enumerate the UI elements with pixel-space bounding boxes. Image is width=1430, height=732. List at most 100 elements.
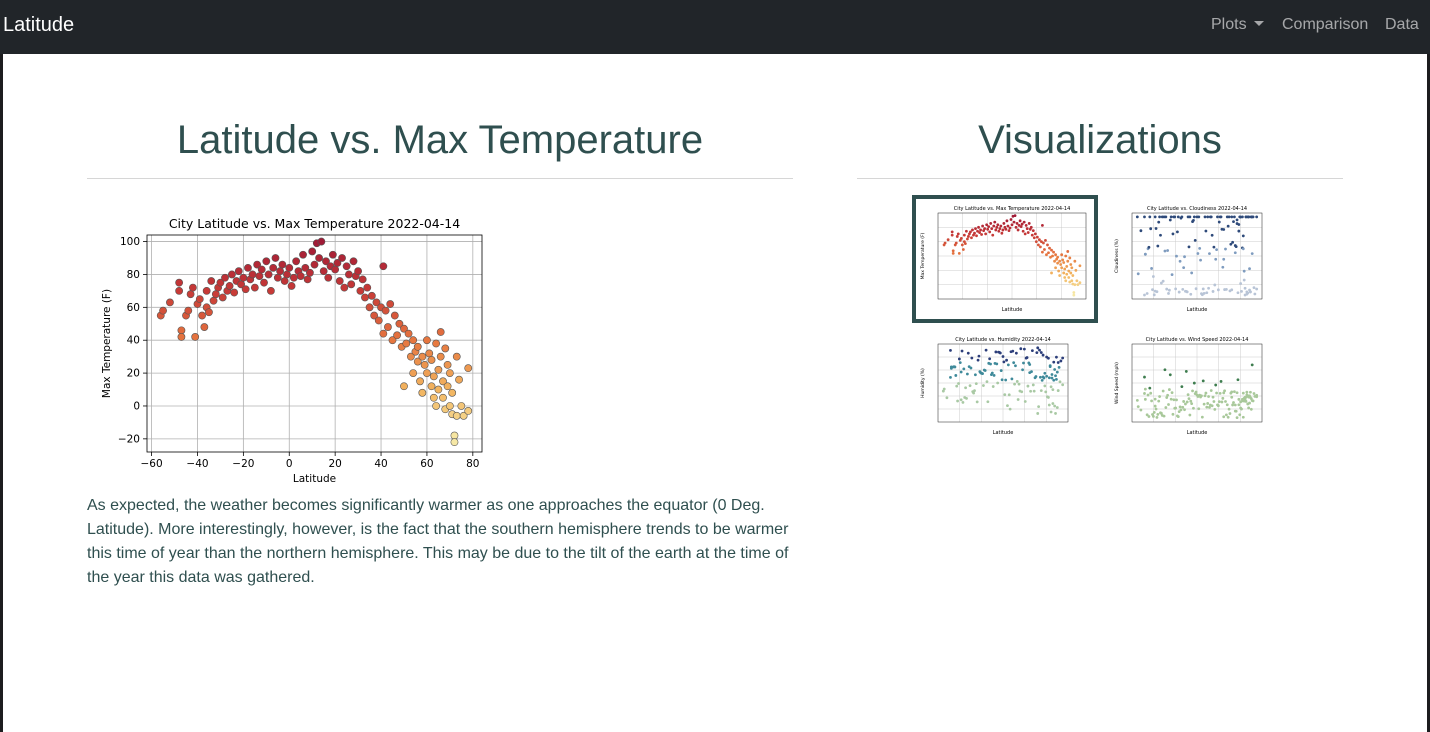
thumb-point	[1249, 390, 1252, 394]
thumb-point	[1213, 283, 1217, 287]
scatter-point	[413, 342, 422, 351]
thumb-point	[1067, 276, 1071, 279]
scatter-point	[409, 369, 418, 377]
thumb-point	[992, 373, 996, 377]
scatter-point	[188, 283, 197, 292]
thumb-point	[1149, 391, 1153, 395]
thumb-point	[1158, 215, 1162, 219]
thumb-max-temperature[interactable]: City Latitude vs. Max Temperature 2022-0…	[912, 195, 1098, 323]
thumb-point	[1009, 218, 1013, 221]
scatter-point	[404, 329, 413, 338]
scatter-point	[354, 267, 362, 276]
thumb-point	[1062, 261, 1066, 264]
thumb-point	[1041, 353, 1045, 357]
thumb-point	[1163, 368, 1167, 372]
thumb-y-label: Cloudiness (%)	[1114, 239, 1120, 273]
navbar-brand[interactable]: Latitude	[3, 14, 74, 37]
thumb-point	[1064, 279, 1068, 283]
thumb-humidity-chart: City Latitude vs. Humidity 2022-04-14 Lat…	[916, 330, 1076, 442]
thumb-point	[1014, 225, 1018, 229]
thumb-point	[1050, 373, 1054, 376]
thumb-point	[1169, 397, 1173, 401]
scatter-point	[340, 283, 349, 292]
thumb-cloudiness[interactable]: City Latitude vs. Cloudiness 2022-04-14 L…	[1110, 199, 1270, 319]
thumb-point	[1049, 385, 1053, 389]
thumb-humidity[interactable]: City Latitude vs. Humidity 2022-04-14 Lat…	[916, 330, 1076, 442]
thumb-point	[1251, 399, 1255, 403]
thumb-point	[1235, 416, 1239, 420]
thumb-point	[1061, 356, 1065, 360]
nav-data-link[interactable]: Data	[1385, 16, 1419, 34]
scatter-point	[287, 282, 296, 290]
thumb-point	[1058, 380, 1062, 384]
thumb-point	[1232, 390, 1236, 394]
scatter-point	[381, 306, 390, 315]
thumb-point	[996, 223, 1000, 227]
scatter-point	[464, 407, 473, 415]
nav-plots-dropdown[interactable]: Plots	[1211, 16, 1264, 34]
scatter-point	[241, 285, 250, 294]
thumb-point	[1156, 244, 1160, 248]
thumb-point	[1152, 411, 1156, 414]
thumb-point	[1180, 385, 1184, 389]
thumb-point	[1037, 405, 1041, 409]
thumb-point	[994, 350, 998, 354]
thumb-point	[1151, 275, 1155, 278]
thumb-point	[981, 224, 985, 228]
thumb-x-label: Latitude	[993, 430, 1014, 436]
nav-comparison-link[interactable]: Comparison	[1282, 16, 1368, 34]
thumb-point	[1060, 266, 1064, 270]
thumb-point	[1154, 227, 1158, 230]
thumb-point	[1062, 271, 1066, 275]
thumb-point	[1227, 215, 1231, 219]
thumb-point	[1143, 397, 1147, 401]
thumb-point	[1224, 288, 1228, 291]
thumb-point	[1194, 390, 1198, 394]
thumb-point	[1032, 389, 1036, 393]
thumb-point	[1151, 288, 1154, 292]
thumb-point	[1235, 218, 1239, 222]
thumb-point	[986, 400, 990, 404]
thumb-point	[1053, 404, 1057, 408]
thumb-point	[1167, 288, 1171, 292]
thumb-point	[1005, 358, 1008, 362]
thumb-point	[1231, 240, 1235, 244]
scatter-point	[386, 300, 395, 308]
thumb-wind-speed[interactable]: City Latitude vs. Wind Speed 2022-04-14 L…	[1110, 330, 1270, 442]
thumb-point	[985, 380, 989, 384]
thumb-point	[1019, 347, 1023, 351]
thumb-point	[1246, 291, 1250, 295]
thumb-point	[1249, 290, 1252, 294]
thumb-point	[1051, 388, 1055, 392]
thumb-point	[1054, 412, 1057, 415]
thumb-point	[1030, 349, 1034, 353]
scatter-point	[234, 267, 243, 276]
thumb-point	[1024, 223, 1028, 227]
thumb-point	[943, 241, 947, 245]
thumb-point	[1212, 400, 1216, 403]
thumb-point	[1192, 218, 1195, 222]
thumb-point	[1020, 390, 1024, 394]
scatter-point	[177, 333, 186, 341]
thumb-point	[995, 225, 999, 229]
thumb-point	[1036, 243, 1040, 247]
thumb-point	[1204, 391, 1208, 395]
thumb-point	[1171, 412, 1175, 416]
scatter-point	[319, 267, 328, 276]
thumb-point	[1201, 287, 1205, 291]
thumb-point	[1010, 223, 1014, 227]
thumb-point	[1045, 253, 1048, 257]
scatter-point	[429, 393, 438, 402]
scatter-point	[328, 250, 337, 259]
thumb-point	[1241, 391, 1245, 395]
thumb-point	[945, 396, 949, 400]
thumb-point	[1192, 406, 1195, 410]
thumb-point	[953, 365, 957, 369]
thumb-point	[1044, 390, 1048, 394]
thumb-point	[1150, 267, 1153, 270]
page-title: Latitude vs. Max Temperature	[176, 118, 704, 162]
thumb-point	[999, 369, 1003, 372]
thumb-point	[1252, 286, 1256, 290]
x-tick-label: −40	[186, 458, 208, 470]
thumb-point	[1204, 229, 1208, 233]
